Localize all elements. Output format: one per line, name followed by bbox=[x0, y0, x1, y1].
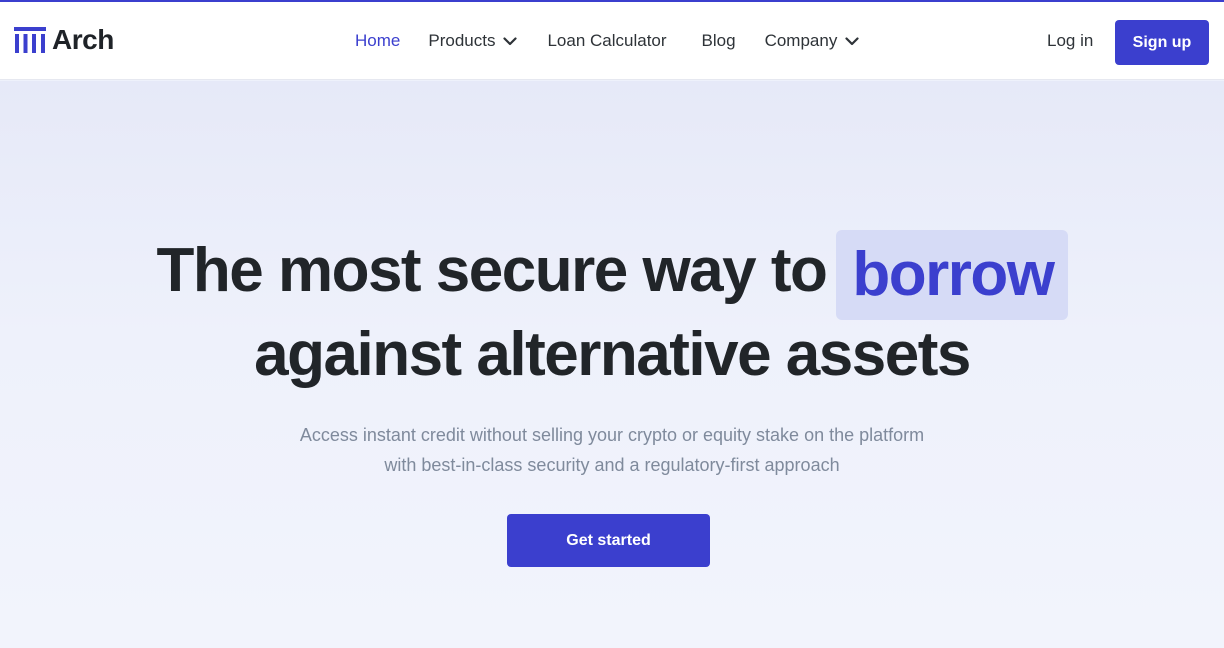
nav-item-home[interactable]: Home bbox=[355, 28, 400, 54]
chevron-down-icon bbox=[503, 28, 518, 54]
hero-section: The most secure way to borrow against alt… bbox=[0, 81, 1224, 648]
signup-button[interactable]: Sign up bbox=[1115, 20, 1209, 65]
hero-headline-line2: against alternative assets bbox=[254, 320, 971, 389]
nav-item-label: Company bbox=[764, 31, 838, 50]
nav-item-blog[interactable]: Blog bbox=[702, 28, 736, 54]
chevron-down-icon bbox=[845, 28, 859, 54]
brand-logo[interactable]: Arch bbox=[14, 24, 114, 56]
login-link[interactable]: Log in bbox=[1047, 28, 1093, 54]
nav-item-label: Blog bbox=[701, 31, 736, 50]
hero-headline-highlight: borrow bbox=[836, 229, 1068, 320]
nav-item-products[interactable]: Products bbox=[428, 28, 518, 54]
hero-headline-line1: The most secure way to borrow bbox=[0, 229, 1224, 320]
pillars-logo-icon bbox=[14, 27, 46, 53]
get-started-button[interactable]: Get started bbox=[507, 514, 710, 567]
nav-item-label: Home bbox=[355, 31, 401, 50]
nav-item-company[interactable]: Company bbox=[765, 28, 860, 54]
nav-item-loan-calculator[interactable]: Loan Calculator bbox=[547, 28, 666, 54]
nav-item-label: Products bbox=[428, 31, 496, 50]
main-nav: Home Products Loan Calculator Blog Compa… bbox=[355, 28, 859, 54]
site-header: Arch Home Products Loan Calculator Blog … bbox=[0, 2, 1224, 80]
hero-subtext-line1: Access instant credit without selling yo… bbox=[299, 425, 925, 445]
hero-headline-prefix: The most secure way to bbox=[156, 236, 828, 305]
hero-subtext-line2: with best-in-class security and a regula… bbox=[384, 455, 840, 475]
nav-item-label: Loan Calculator bbox=[547, 31, 667, 50]
brand-name: Arch bbox=[52, 24, 114, 55]
page: Arch Home Products Loan Calculator Blog … bbox=[0, 0, 1224, 648]
